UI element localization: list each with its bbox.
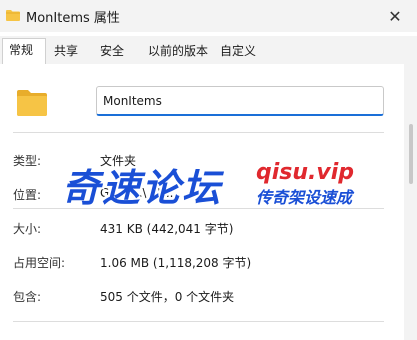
size-label: 大小: — [13, 222, 42, 236]
folder-name-input[interactable] — [96, 86, 384, 116]
close-button[interactable]: ✕ — [373, 0, 417, 32]
divider — [13, 132, 384, 133]
tab-general[interactable]: 常规 — [2, 38, 46, 65]
tab-sharing[interactable]: 共享 — [48, 40, 90, 62]
folder-icon — [17, 90, 47, 116]
scroll-thumb[interactable] — [409, 124, 413, 184]
window-title: MonItems 属性 — [26, 11, 120, 26]
tab-bar: 常规 共享 安全 以前的版本 自定义 — [0, 36, 417, 65]
watermark-url: qisu.vip — [256, 160, 355, 185]
title-bar: MonItems 属性 ✕ — [0, 0, 417, 32]
contains-label: 包含: — [13, 290, 42, 304]
type-label: 类型: — [13, 154, 42, 168]
tab-previous-versions[interactable]: 以前的版本 — [142, 40, 218, 62]
divider — [13, 321, 384, 322]
size-on-disk-value: 1.06 MB (1,118,208 字节) — [100, 256, 252, 270]
size-on-disk-label: 占用空间: — [13, 256, 66, 270]
scrollbar[interactable] — [404, 64, 417, 340]
contains-value: 505 个文件，0 个文件夹 — [100, 290, 235, 304]
location-label: 位置: — [13, 188, 42, 202]
watermark-slogan: 传奇架设速成 — [256, 188, 353, 207]
folder-icon — [6, 10, 20, 21]
tab-security[interactable]: 安全 — [94, 40, 136, 62]
size-value: 431 KB (442,041 字节) — [100, 222, 234, 236]
tab-customize[interactable]: 自定义 — [214, 40, 266, 62]
close-icon: ✕ — [388, 6, 402, 26]
watermark-brand: 奇速论坛 — [62, 166, 223, 210]
